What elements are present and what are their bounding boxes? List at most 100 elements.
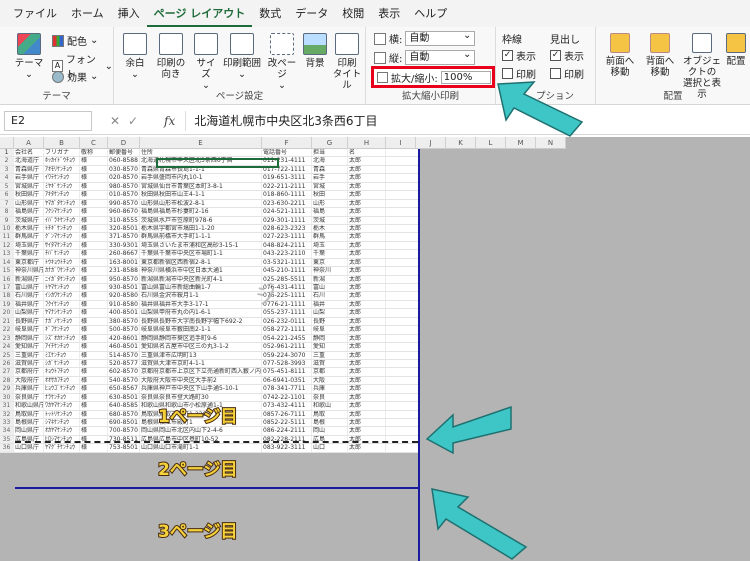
cell[interactable]: 060-8588 (108, 157, 140, 165)
row-number[interactable]: 22 (0, 326, 14, 334)
cell[interactable]: ﾄｯﾄﾘｹﾝﾁｮｳ (44, 410, 80, 418)
row-number[interactable]: 1 (0, 149, 14, 157)
cell[interactable]: 06-6941-0351 (262, 376, 312, 385)
cell[interactable]: ﾔﾏﾅｼｹﾝﾁｮｳ (44, 309, 80, 317)
cell[interactable]: 028-623-2323 (262, 224, 312, 233)
print-titles-button[interactable]: 印刷 タイトル (330, 33, 364, 91)
cell[interactable]: 愛知 (312, 343, 348, 351)
cell[interactable]: 380-8570 (108, 317, 140, 326)
row-number[interactable]: 13 (0, 250, 14, 258)
cell[interactable]: 0857-26-7111 (262, 410, 312, 418)
row-number[interactable]: 36 (0, 444, 14, 452)
orientation-button[interactable]: 印刷の 向き (152, 33, 190, 80)
row-number[interactable]: 5 (0, 182, 14, 191)
size-button[interactable]: サイズ ⌄ (192, 33, 220, 91)
cell[interactable]: 052-961-2111 (262, 343, 312, 351)
cell[interactable]: ｵｶﾔﾏｹﾝﾁｮｳ (44, 427, 80, 435)
cell[interactable]: 様 (80, 284, 108, 292)
cell[interactable]: 太郎 (348, 165, 386, 174)
cell[interactable]: 兵庫 (312, 385, 348, 393)
cell[interactable]: 北海 (312, 157, 348, 165)
cell[interactable]: 京都府庁 (14, 368, 44, 376)
row-number[interactable]: 34 (0, 427, 14, 435)
gridlines-view-checkbox[interactable]: ✓ 表示 (502, 48, 536, 63)
cell[interactable]: 163-8001 (108, 258, 140, 267)
cell[interactable]: 兵庫県庁 (14, 385, 44, 393)
cell[interactable]: 260-8667 (108, 250, 140, 258)
cell[interactable]: 様 (80, 292, 108, 300)
cell[interactable]: 山形 (312, 199, 348, 208)
cell[interactable]: ﾜｶﾔﾏｹﾝﾁｮｳ (44, 402, 80, 410)
row-number[interactable]: 17 (0, 284, 14, 292)
cell[interactable]: 茨城 (312, 216, 348, 224)
cell[interactable]: 018-860-1111 (262, 191, 312, 199)
cell[interactable]: 山梨県庁 (14, 309, 44, 317)
cell[interactable]: 和歌山県庁 (14, 402, 44, 410)
cell[interactable]: 北海道庁 (14, 157, 44, 165)
cell[interactable]: 富山 (312, 284, 348, 292)
cell[interactable]: 086-224-2111 (262, 427, 312, 435)
cell[interactable]: ﾄﾁｷﾞｹﾝﾁｮｳ (44, 224, 80, 233)
cell[interactable]: 福井県福井市大手3-17-1 (140, 300, 262, 309)
cell[interactable]: 太郎 (348, 157, 386, 165)
cell[interactable]: 宮城県庁 (14, 182, 44, 191)
cell[interactable]: 420-8601 (108, 334, 140, 343)
tab-0[interactable]: ファイル (6, 0, 64, 27)
name-box[interactable]: E2 (4, 110, 92, 131)
cell[interactable]: 様 (80, 241, 108, 250)
cell[interactable]: 電話番号 (262, 149, 312, 157)
cell[interactable]: 東京 (312, 258, 348, 267)
bring-forward-button[interactable]: 前面へ 移動 (600, 33, 640, 78)
formula-input[interactable]: 北海道札幌市中央区北3条西6丁目 (185, 110, 750, 131)
cell[interactable]: 長野 (312, 317, 348, 326)
cell[interactable]: 太郎 (348, 182, 386, 191)
cell[interactable]: 太郎 (348, 300, 386, 309)
cell[interactable]: 福井 (312, 300, 348, 309)
column-header[interactable]: C (80, 137, 108, 149)
cell[interactable]: 太郎 (348, 174, 386, 182)
cell[interactable]: 500-8570 (108, 326, 140, 334)
print-area-button[interactable]: 印刷範囲 ⌄ (220, 33, 264, 80)
cell[interactable]: 新潟県庁 (14, 275, 44, 283)
cell[interactable]: 様 (80, 208, 108, 216)
colors-button[interactable]: 配色 ⌄ (52, 33, 98, 48)
cell[interactable]: 大阪府大阪市中央区大手前2 (140, 376, 262, 385)
cell[interactable]: 青森県庁 (14, 165, 44, 174)
cell[interactable]: フリガナ (44, 149, 80, 157)
cell[interactable]: 岡山県庁 (14, 427, 44, 435)
cell[interactable]: 602-8570 (108, 368, 140, 376)
cell[interactable]: 022-211-2111 (262, 182, 312, 191)
cell[interactable]: 371-8570 (108, 233, 140, 241)
column-header[interactable]: D (108, 137, 140, 149)
row-number[interactable]: 33 (0, 419, 14, 427)
cell[interactable]: 029-301-1111 (262, 216, 312, 224)
cell[interactable]: 太郎 (348, 191, 386, 199)
row-number[interactable]: 35 (0, 435, 14, 444)
column-header[interactable]: H (348, 137, 386, 149)
width-select[interactable]: 自動 (405, 29, 476, 46)
cell[interactable]: ｱｷﾀｹﾝﾁｮｳ (44, 191, 80, 199)
cell[interactable]: 宮城県仙台市青葉区本町3-8-1 (140, 182, 262, 191)
cell[interactable]: 三重 (312, 351, 348, 359)
cell[interactable]: 024-521-1111 (262, 208, 312, 216)
cell[interactable]: 様 (80, 267, 108, 275)
cell[interactable]: 埼玉県庁 (14, 241, 44, 250)
cell[interactable]: 太郎 (348, 410, 386, 418)
column-header[interactable]: B (44, 137, 80, 149)
cell[interactable]: 019-651-3111 (262, 174, 312, 182)
cell[interactable]: 太郎 (348, 351, 386, 359)
cell[interactable]: 様 (80, 427, 108, 435)
cell[interactable]: 太郎 (348, 402, 386, 410)
cell[interactable]: 様 (80, 351, 108, 359)
cell[interactable]: 太郎 (348, 427, 386, 435)
cell[interactable]: ﾌｸｲｹﾝﾁｮｳ (44, 300, 80, 309)
tab-7[interactable]: 表示 (371, 0, 407, 27)
cell[interactable]: 愛知県名古屋市中区三の丸3-1-2 (140, 343, 262, 351)
scale-input[interactable]: 100% (440, 70, 492, 84)
cell[interactable]: 540-8570 (108, 376, 140, 385)
cell[interactable]: 太郎 (348, 267, 386, 275)
cell[interactable]: ｲﾊﾞﾗｷｹﾝﾁｮｳ (44, 216, 80, 224)
cell[interactable]: 太郎 (348, 250, 386, 258)
cell[interactable]: 京都 (312, 368, 348, 376)
cell[interactable]: 920-8580 (108, 292, 140, 300)
